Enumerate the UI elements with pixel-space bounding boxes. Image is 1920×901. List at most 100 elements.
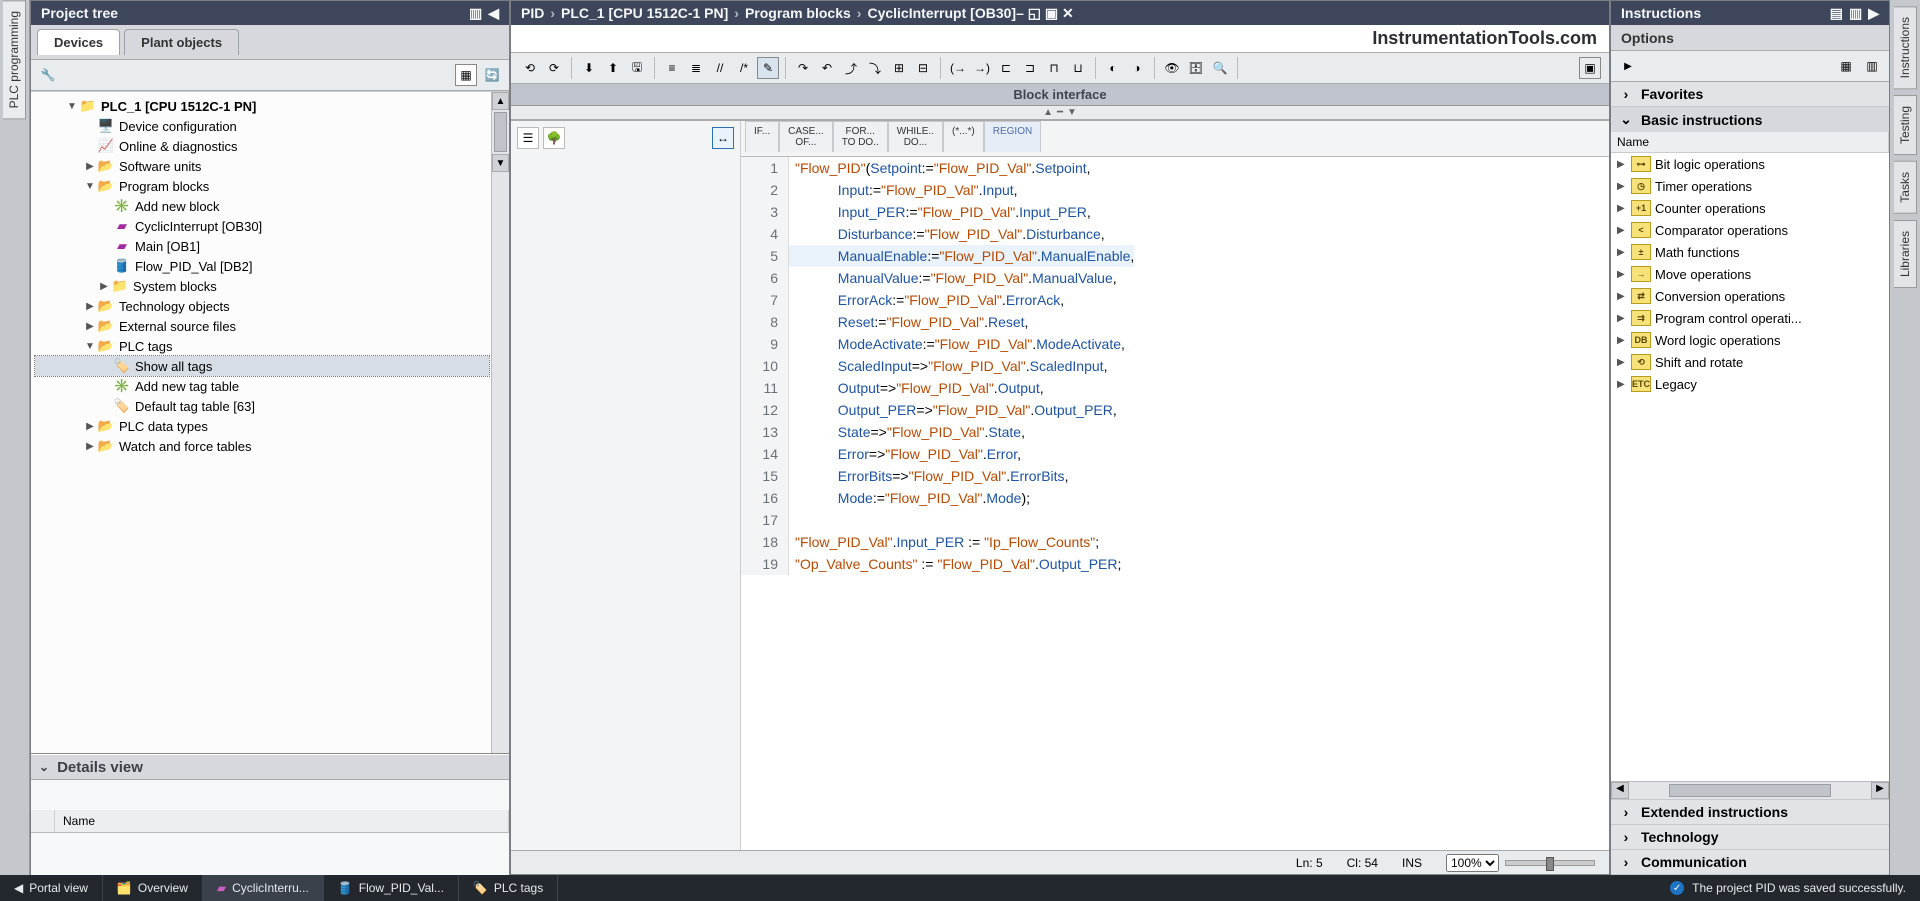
tb-icon[interactable]: ◑ [1126, 57, 1148, 79]
tree-program-blocks[interactable]: ▼ 📂 Program blocks [35, 176, 489, 196]
section-communication[interactable]: ›Communication [1611, 850, 1889, 874]
grid-icon[interactable]: ▦ [455, 64, 477, 86]
tree-system-blocks[interactable]: ▶ 📁 System blocks [35, 276, 489, 296]
tb-comment-icon[interactable]: // [709, 57, 731, 79]
instruction-row[interactable]: ▶±Math functions [1611, 241, 1889, 263]
chevron-right-icon[interactable]: ▶ [1617, 335, 1631, 346]
layout-icon[interactable]: ▥ [1849, 5, 1862, 22]
code-line[interactable]: 6 ManualValue:="Flow_PID_Val".ManualValu… [741, 267, 1609, 289]
navigator-icon[interactable]: ↔ [712, 127, 734, 149]
chevron-down-icon[interactable]: ▼ [83, 181, 97, 192]
tb-icon[interactable]: ⊞ [888, 57, 910, 79]
footer-tab-plctags[interactable]: 🏷️PLC tags [459, 875, 558, 901]
view-icon[interactable]: ▥ [1861, 55, 1883, 77]
layout-icon[interactable]: ▤ [1830, 5, 1843, 22]
close-icon[interactable]: ✕ [1062, 5, 1074, 21]
panel-collapse-icon[interactable]: ◀ [488, 5, 499, 22]
snippet-for[interactable]: FOR...TO DO.. [833, 121, 888, 152]
scroll-thumb[interactable] [494, 112, 507, 152]
section-technology[interactable]: ›Technology [1611, 825, 1889, 849]
code-editor[interactable]: 1"Flow_PID"(Setpoint:="Flow_PID_Val".Set… [741, 157, 1609, 850]
code-line[interactable]: 12 Output_PER=>"Flow_PID_Val".Output_PER… [741, 399, 1609, 421]
breadcrumb-item[interactable]: PID [521, 5, 544, 21]
instructions-hscrollbar[interactable]: ◀ ▶ [1611, 781, 1889, 799]
chevron-right-icon[interactable]: ▶ [1617, 291, 1631, 302]
breadcrumb-item[interactable]: CyclicInterrupt [OB30] [867, 5, 1016, 21]
tb-icon[interactable]: ⊓ [1043, 57, 1065, 79]
breadcrumb-item[interactable]: Program blocks [745, 5, 851, 21]
tb-icon[interactable]: ⊟ [912, 57, 934, 79]
tb-icon[interactable]: ◐ [1102, 57, 1124, 79]
maximize-icon[interactable]: ▣ [1045, 5, 1058, 21]
snippet-case[interactable]: CASE...OF... [779, 121, 833, 152]
chevron-right-icon[interactable]: ▶ [1617, 357, 1631, 368]
code-line[interactable]: 2 Input:="Flow_PID_Val".Input, [741, 179, 1609, 201]
instruction-row[interactable]: ▶+1Counter operations [1611, 197, 1889, 219]
code-line[interactable]: 7 ErrorAck:="Flow_PID_Val".ErrorAck, [741, 289, 1609, 311]
chevron-right-icon[interactable]: ▶ [83, 421, 97, 432]
instruction-row[interactable]: ▶⇉Program control operati... [1611, 307, 1889, 329]
scroll-up-icon[interactable]: ▲ [492, 92, 509, 110]
chevron-right-icon[interactable]: ▶ [1617, 313, 1631, 324]
code-line[interactable]: 10 ScaledInput=>"Flow_PID_Val".ScaledInp… [741, 355, 1609, 377]
tb-icon[interactable]: (→ [947, 57, 969, 79]
tree-external-source[interactable]: ▶ 📂 External source files [35, 316, 489, 336]
tb-download-icon[interactable]: ⬇ [578, 57, 600, 79]
zoom-select[interactable]: 100% [1446, 854, 1499, 872]
chevron-down-icon[interactable]: ▼ [83, 341, 97, 352]
network-view-icon[interactable]: 🔧 [37, 64, 59, 86]
view-icon[interactable]: ▦ [1835, 55, 1857, 77]
tb-icon[interactable]: ⤴ [840, 57, 862, 79]
vtab-tasks[interactable]: Tasks [1894, 161, 1917, 214]
scroll-down-icon[interactable]: ▼ [492, 154, 509, 172]
tree-flow-pid-val[interactable]: 🛢️ Flow_PID_Val [DB2] [35, 256, 489, 276]
outline-tree-icon[interactable]: 🌳 [543, 127, 565, 149]
outline-icon[interactable]: ☰ [517, 127, 539, 149]
footer-tab-overview[interactable]: 🗂️Overview [103, 875, 203, 901]
footer-tab-cyclicinterrupt[interactable]: ▰CyclicInterru... [203, 875, 324, 901]
tree-plc-root[interactable]: ▼ 📁 PLC_1 [CPU 1512C-1 PN] [35, 96, 489, 116]
tree-scrollbar[interactable]: ▲ ▼ [491, 92, 509, 753]
tree-default-tag-table[interactable]: 🏷️ Default tag table [63] [35, 396, 489, 416]
code-line[interactable]: 9 ModeActivate:="Flow_PID_Val".ModeActiv… [741, 333, 1609, 355]
tree-online-diag[interactable]: 📈 Online & diagnostics [35, 136, 489, 156]
vtab-testing[interactable]: Testing [1894, 95, 1917, 155]
tb-icon[interactable]: ⟲ [519, 57, 541, 79]
tree-watch-force[interactable]: ▶ 📂 Watch and force tables [35, 436, 489, 456]
project-tree[interactable]: ▼ 📁 PLC_1 [CPU 1512C-1 PN] 🖥️ Device con… [31, 91, 509, 753]
section-favorites[interactable]: › Favorites [1611, 82, 1889, 106]
restore-icon[interactable]: ◱ [1028, 5, 1041, 21]
instruction-row[interactable]: ▶DBWord logic operations [1611, 329, 1889, 351]
chevron-right-icon[interactable]: ▶ [1617, 181, 1631, 192]
tb-icon[interactable]: →) [971, 57, 993, 79]
tree-add-new-tag-table[interactable]: ✳️ Add new tag table [35, 376, 489, 396]
block-interface-header[interactable]: Block interface [511, 84, 1609, 106]
instruction-row[interactable]: ▶⟲Shift and rotate [1611, 351, 1889, 373]
instruction-row[interactable]: ▶→Move operations [1611, 263, 1889, 285]
snippet-region[interactable]: REGION [984, 121, 1041, 152]
tb-uncomment-icon[interactable]: /* [733, 57, 755, 79]
tb-icon[interactable]: 🔍 [1209, 57, 1231, 79]
instruction-row[interactable]: ▶⊶Bit logic operations [1611, 153, 1889, 175]
tree-software-units[interactable]: ▶ 📂 Software units [35, 156, 489, 176]
chevron-right-icon[interactable]: ▶ [1617, 203, 1631, 214]
instructions-list[interactable]: ▶⊶Bit logic operations▶◷Timer operations… [1611, 153, 1889, 781]
tb-icon[interactable]: ⟳ [543, 57, 565, 79]
tb-icon[interactable]: ⊏ [995, 57, 1017, 79]
chevron-right-icon[interactable]: ▶ [83, 441, 97, 452]
code-line[interactable]: 18"Flow_PID_Val".Input_PER := "Ip_Flow_C… [741, 531, 1609, 553]
splitter-handle-icon[interactable]: ━ [1057, 107, 1063, 118]
code-line[interactable]: 8 Reset:="Flow_PID_Val".Reset, [741, 311, 1609, 333]
tb-popup-icon[interactable]: ▣ [1579, 57, 1601, 79]
tb-goto-icon[interactable]: ↷ [792, 57, 814, 79]
tb-icon[interactable]: ⤵ [864, 57, 886, 79]
splitter-down-icon[interactable]: ▼ [1067, 107, 1077, 118]
tree-show-all-tags[interactable]: 🏷️ Show all tags [35, 356, 489, 376]
chevron-right-icon[interactable]: ▶ [97, 281, 111, 292]
chevron-down-icon[interactable]: ▼ [65, 101, 79, 112]
section-extended-instructions[interactable]: ›Extended instructions [1611, 800, 1889, 824]
instruction-row[interactable]: ▶◷Timer operations [1611, 175, 1889, 197]
zoom-slider[interactable] [1505, 860, 1595, 866]
tb-upload-icon[interactable]: ⬆ [602, 57, 624, 79]
instructions-col-name[interactable]: Name [1611, 132, 1889, 152]
